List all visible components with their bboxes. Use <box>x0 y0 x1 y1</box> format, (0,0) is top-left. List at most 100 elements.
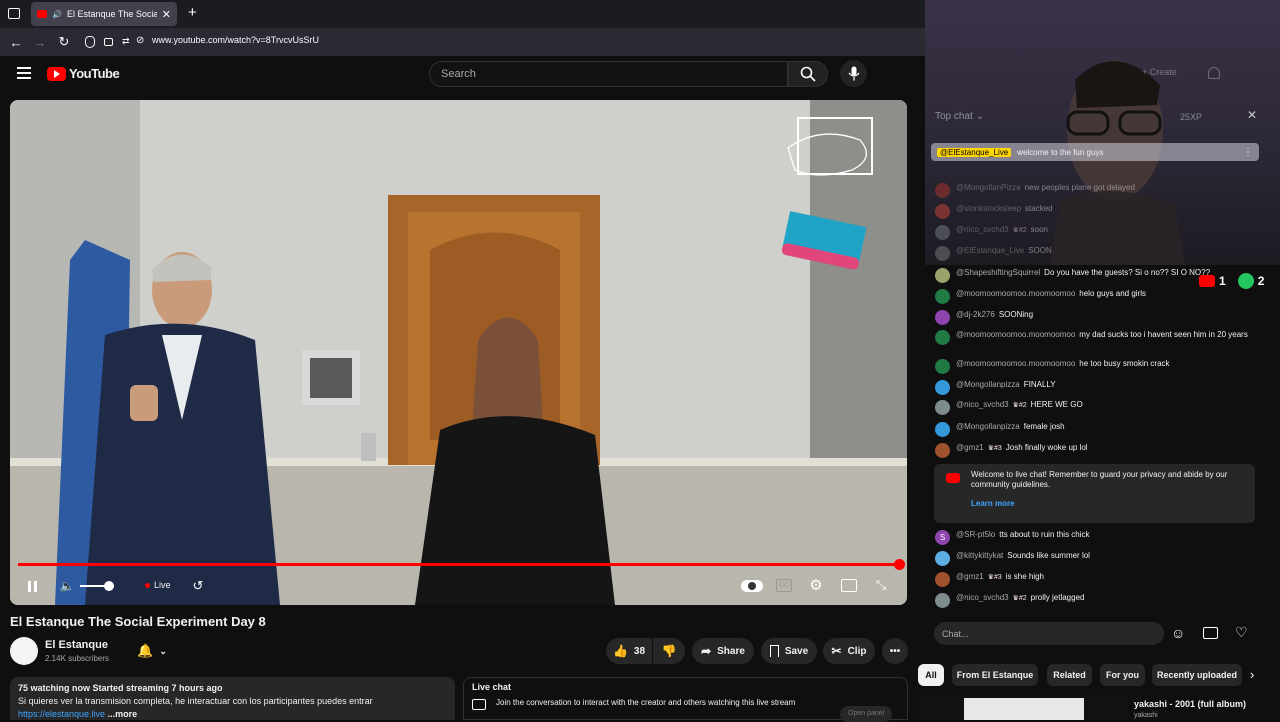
tab-overview-icon[interactable] <box>8 8 20 19</box>
youtube-logo[interactable]: YouTube <box>47 66 120 81</box>
chat-author[interactable]: @dj-2k276 <box>956 310 995 319</box>
chat-avatar[interactable] <box>935 551 950 566</box>
chat-author[interactable]: @SR-pt5lo <box>956 530 995 539</box>
search-input[interactable]: Search <box>429 61 788 87</box>
back-icon[interactable]: ← <box>4 30 28 54</box>
chat-message[interactable]: @nico_svchd3 ♛#2 soon <box>935 225 1270 240</box>
volume-button[interactable]: 🔈 <box>57 578 77 594</box>
recommended-title[interactable]: yakashi - 2001 (full album) <box>1134 699 1246 709</box>
chat-author[interactable]: @nico_svchd3 <box>956 225 1009 234</box>
chat-avatar[interactable] <box>935 593 950 608</box>
chat-message[interactable]: @kittykittykat Sounds like summer lol <box>935 551 1270 566</box>
lock-icon[interactable] <box>104 38 113 46</box>
live-indicator[interactable]: Live <box>145 580 171 590</box>
chat-author[interactable]: @nico_svchd3 <box>956 593 1009 602</box>
chat-avatar[interactable] <box>935 268 950 283</box>
chip-for-you[interactable]: For you <box>1100 664 1145 686</box>
chat-avatar[interactable] <box>935 380 950 395</box>
chip-recently-uploaded[interactable]: Recently uploaded <box>1152 664 1242 686</box>
dislike-button[interactable]: 👎 <box>653 638 685 664</box>
learn-more-link[interactable]: Learn more <box>971 499 1247 509</box>
more-actions-button[interactable]: ••• <box>882 638 908 664</box>
search-button[interactable] <box>788 61 828 87</box>
chat-author[interactable]: @moomoomoomoo.moomoomoo <box>956 359 1075 368</box>
heart-icon[interactable]: ♡ <box>1235 624 1248 641</box>
chat-author[interactable]: @Mongollanpizza <box>956 380 1020 389</box>
chat-avatar[interactable] <box>935 310 950 325</box>
chat-message[interactable]: @dj-2k276 SOONing <box>935 310 1270 325</box>
menu-icon[interactable] <box>17 67 31 79</box>
chat-author[interactable]: @moomoomoomoo.moomoomoo <box>956 330 1075 339</box>
pinned-more-icon[interactable]: ⋮ <box>1243 147 1253 158</box>
settings-gear-icon[interactable]: ⚙ <box>807 576 825 594</box>
theater-mode-icon[interactable] <box>841 579 857 592</box>
chat-avatar[interactable] <box>935 443 950 458</box>
description-more[interactable]: ...more <box>108 709 138 719</box>
chat-message[interactable]: @gmz1 ♛#3 Josh finally woke up lol <box>935 443 1270 458</box>
chat-author[interactable]: @nico_svchd3 <box>956 400 1009 409</box>
recommended-channel[interactable]: yakashi <box>1134 712 1158 719</box>
chat-message[interactable]: @nico_svchd3 ♛#2 HERE WE GO <box>935 400 1270 415</box>
replay-icon[interactable]: ↺ <box>190 578 206 594</box>
like-button[interactable]: 👍 38 <box>606 638 652 664</box>
pause-button[interactable] <box>23 578 41 594</box>
reload-icon[interactable]: ↻ <box>52 30 76 54</box>
chat-message[interactable]: @Mongollanpizza female josh <box>935 422 1270 437</box>
clip-button[interactable]: ✂ Clip <box>823 638 875 664</box>
close-tab-icon[interactable]: ✕ <box>162 8 171 21</box>
chat-message[interactable]: S @SR-pt5lo tts about to ruin this chick <box>935 530 1270 545</box>
save-button[interactable]: Save <box>761 638 817 664</box>
new-tab-icon[interactable]: + <box>188 4 197 21</box>
emoji-icon[interactable]: ☺ <box>1171 625 1185 641</box>
recommended-video-thumbnail[interactable] <box>918 696 1128 720</box>
forward-icon[interactable]: → <box>28 30 52 54</box>
permissions-icon[interactable]: ⇄ <box>122 36 130 47</box>
chat-avatar[interactable] <box>935 572 950 587</box>
chat-author[interactable]: @gmz1 <box>956 572 984 581</box>
camera-off-icon[interactable]: ⊘ <box>136 35 144 46</box>
chat-message[interactable]: @moomoomoomoo.moomoomoo he too busy smoki… <box>935 359 1270 374</box>
chat-avatar[interactable] <box>935 204 950 219</box>
chat-avatar[interactable] <box>935 183 950 198</box>
pinned-message[interactable]: @ElEstanque_Live welcome to the fun guys… <box>931 143 1259 161</box>
chat-author[interactable]: @moomoomoomoo.moomoomoo <box>956 289 1075 298</box>
close-chat-icon[interactable]: ✕ <box>1247 108 1257 122</box>
fullscreen-icon[interactable]: ⤡ <box>873 577 889 593</box>
chat-avatar[interactable]: S <box>935 530 950 545</box>
chevron-right-icon[interactable]: › <box>1250 667 1254 682</box>
captions-icon[interactable]: CC <box>776 579 792 592</box>
browser-tab[interactable]: 🔊 El Estanque The Social Experiment Day … <box>31 2 177 26</box>
chat-input[interactable]: Chat... <box>934 622 1164 645</box>
chat-author[interactable]: @kittykittykat <box>956 551 1003 560</box>
chat-message[interactable]: @Mongollanpizza FINALLY <box>935 380 1270 395</box>
voice-search-button[interactable] <box>840 60 867 87</box>
top-chat-menu[interactable]: Top chat ⌄ <box>935 111 984 122</box>
chat-message[interactable]: @moomoomoomoo.moomoomoo my dad sucks too … <box>935 330 1270 345</box>
chip-related[interactable]: Related <box>1047 664 1092 686</box>
address-field[interactable]: www.youtube.com/watch?v=8TrvcvUsSrU <box>152 35 319 45</box>
shield-icon[interactable] <box>85 36 95 48</box>
autoplay-toggle[interactable] <box>741 580 763 592</box>
chat-avatar[interactable] <box>935 289 950 304</box>
description-box[interactable]: 75 watching now Started streaming 7 hour… <box>10 677 455 720</box>
progress-scrubber[interactable] <box>894 559 905 570</box>
chip-from-el-estanque[interactable]: From El Estanque <box>952 664 1038 686</box>
chat-author[interactable]: @ShapeshiftingSquirrel <box>956 268 1040 277</box>
super-chat-icon[interactable] <box>1203 627 1218 639</box>
chat-author[interactable]: @gmz1 <box>956 443 984 452</box>
chat-author[interactable]: @ElEstanque_Live <box>956 246 1024 255</box>
video-progress-bar[interactable] <box>18 559 905 570</box>
chat-message[interactable]: @MongollanPizza new peoples plane got del… <box>935 183 1270 198</box>
chat-avatar[interactable] <box>935 246 950 261</box>
chat-avatar[interactable] <box>935 422 950 437</box>
volume-slider-handle[interactable] <box>104 581 114 591</box>
channel-name[interactable]: El Estanque <box>45 639 108 651</box>
chat-avatar[interactable] <box>935 225 950 240</box>
channel-avatar[interactable] <box>10 637 38 665</box>
chat-author[interactable]: @MongollanPizza <box>956 183 1021 192</box>
description-link[interactable]: https://elestanque.live <box>18 709 105 719</box>
audio-playing-icon[interactable]: 🔊 <box>52 10 62 19</box>
chip-all[interactable]: All <box>918 664 944 686</box>
chat-author[interactable]: @stonkstocksleep <box>956 204 1021 213</box>
chat-message[interactable]: @stonkstocksleep stacked <box>935 204 1270 219</box>
